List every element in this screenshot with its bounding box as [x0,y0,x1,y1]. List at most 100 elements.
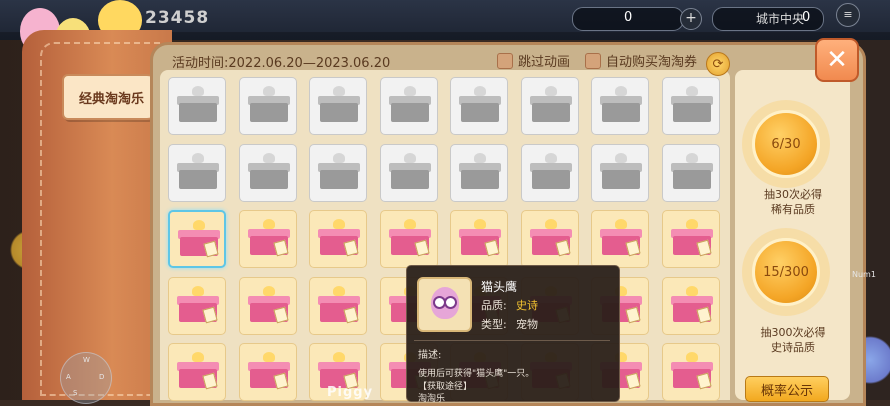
prize-cell-opened[interactable] [591,143,649,202]
side-key-label: Num1 [852,270,876,279]
prize-cell-opened[interactable] [661,77,720,135]
reward-line: 抽30次必得 [764,188,822,201]
tab-classic-taotaole[interactable]: 经典淘淘乐 [62,74,161,120]
prize-cell-opened[interactable] [520,143,579,202]
joystick-w-label: W [83,356,90,364]
reward-line: 抽300次必得 [760,326,826,339]
prize-cell-gift[interactable] [309,276,367,335]
reward-medal-rare[interactable]: 6/30 [752,110,820,178]
opened-box-icon [529,152,572,189]
prize-cell-opened[interactable] [379,77,438,135]
auto-buy-option[interactable]: 自动购买淘淘券 [585,51,697,70]
gift-box-icon [670,219,713,257]
prize-cell-gift[interactable] [168,210,226,268]
prize-cell-opened[interactable] [309,77,367,135]
reward-medal-epic[interactable]: 15/300 [752,238,820,306]
menu-button[interactable]: ≡ [836,3,860,27]
resource-value: 0 [624,10,633,25]
prize-cell-opened[interactable] [379,143,438,202]
reward-line: 稀有品质 [771,203,815,216]
prize-cell-opened[interactable] [450,77,508,135]
prize-cell-gift[interactable] [238,343,297,401]
description-title: 描述: [418,350,442,361]
gift-box-icon [670,285,713,323]
resource-add-button[interactable]: + [680,8,702,30]
joystick-a-label: A [66,373,71,381]
opened-box-icon [459,152,501,189]
gift-box-icon [459,219,501,257]
description-line: 使用后可获得"猫头鹰"一只。 [418,369,535,379]
prize-cell-opened[interactable] [450,143,508,202]
prize-cell-gift[interactable] [450,210,508,268]
auto-buy-checkbox[interactable] [585,52,601,69]
gift-box-icon [318,352,360,390]
gift-box-icon [177,285,219,323]
opened-box-icon [600,152,642,189]
location-name: 城市中央 [756,12,805,26]
reward-progress: 6/30 [771,136,801,152]
close-button[interactable]: ✕ [815,38,859,82]
prize-cell-gift[interactable] [379,210,438,268]
opened-box-icon [247,152,290,189]
prize-cell-gift[interactable] [168,343,226,401]
opened-box-icon [670,152,713,189]
quality-value: 史诗 [516,299,538,312]
prize-cell-gift[interactable] [309,210,367,268]
prize-cell-opened[interactable] [661,143,720,202]
probability-button[interactable]: 概率公示 [745,376,829,402]
opened-box-icon [177,86,219,122]
gift-box-icon [388,219,431,257]
opened-box-icon [388,86,431,122]
skip-animation-option[interactable]: 跳过动画 [497,51,570,70]
prize-cell-opened[interactable] [168,77,226,135]
prize-cell-gift[interactable] [591,210,649,268]
type-label: 类型: [481,318,507,331]
prize-cell-opened[interactable] [520,77,579,135]
opened-box-icon [318,152,360,189]
movement-joystick[interactable]: W A S D [60,352,112,404]
skip-animation-checkbox[interactable] [497,52,513,69]
reward-progress: 15/300 [763,264,809,280]
prize-cell-gift[interactable] [238,210,297,268]
prize-cell-gift[interactable] [168,276,226,335]
type-value: 宠物 [516,318,538,331]
auto-buy-label: 自动购买淘淘券 [606,55,698,70]
opened-box-icon [247,86,290,122]
reward-desc-epic: 抽300次必得 史诗品质 [738,325,848,355]
gift-box-icon [318,219,360,257]
gift-box-icon [318,285,360,323]
gift-box-icon [247,285,290,323]
opened-box-icon [177,152,219,189]
prize-cell-gift[interactable] [661,210,720,268]
gift-box-icon [178,220,220,258]
refresh-icon[interactable]: ⟳ [706,52,730,76]
item-name: 猫头鹰 [481,280,518,294]
opened-box-icon [600,86,642,122]
opened-box-icon [388,152,431,189]
gift-box-icon [600,219,642,257]
prize-cell-opened[interactable] [238,143,297,202]
joystick-s-label: S [73,389,78,397]
prize-cell-gift[interactable] [661,276,720,335]
prize-cell-gift[interactable] [238,276,297,335]
watermark: Piggy [327,385,374,400]
prize-cell-gift[interactable] [661,343,720,401]
gift-box-icon [247,352,290,390]
gift-box-icon [529,219,572,257]
owl-item-icon [417,277,472,332]
acquire-source: 淘淘乐 [418,394,446,404]
skip-animation-label: 跳过动画 [518,55,571,70]
prize-cell-opened[interactable] [309,143,367,202]
tooltip-divider [414,340,610,341]
opened-box-icon [670,86,713,122]
prize-cell-gift[interactable] [520,210,579,268]
quality-label: 品质: [481,299,507,312]
prize-cell-opened[interactable] [168,143,226,202]
activity-time: 活动时间:2022.06.20—2023.06.20 [172,56,391,71]
gift-box-icon [670,352,713,390]
prize-cell-opened[interactable] [591,77,649,135]
coin-count: 23458 [145,8,210,28]
prize-cell-opened[interactable] [238,77,297,135]
reward-line: 史诗品质 [771,341,815,354]
gift-box-icon [247,219,290,257]
